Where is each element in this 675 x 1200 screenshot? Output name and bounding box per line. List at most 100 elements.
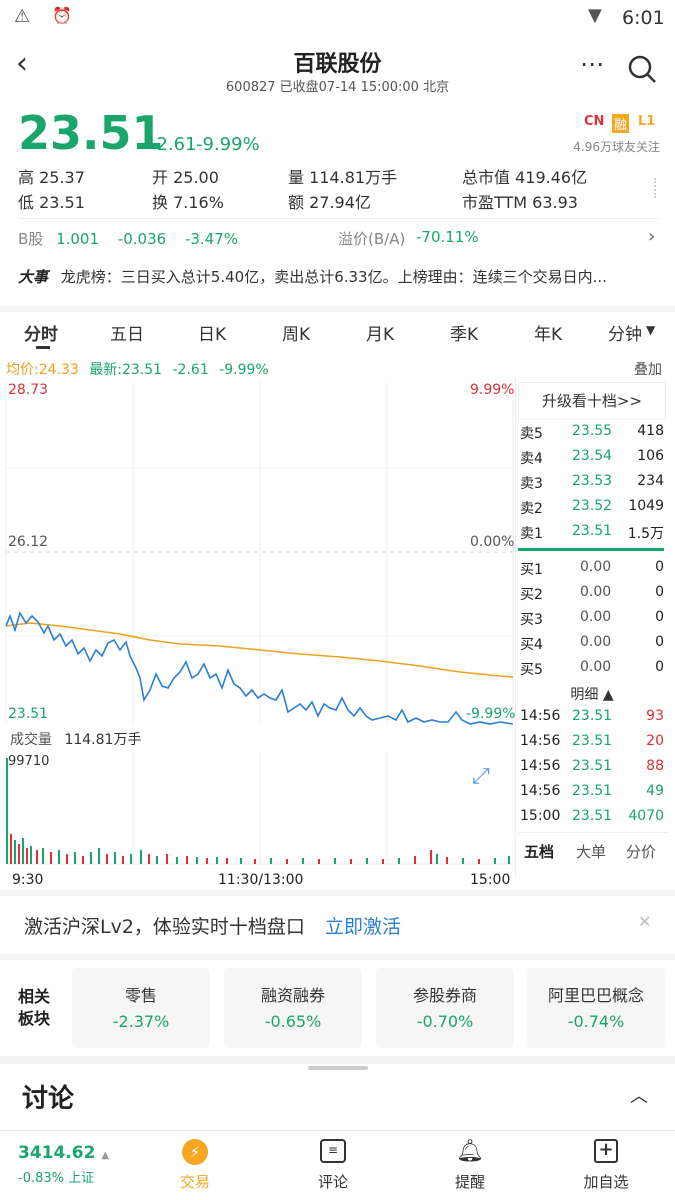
bell-icon: 🔔︎ bbox=[456, 1139, 484, 1164]
badge-l1: L1 bbox=[638, 114, 656, 129]
more-icon[interactable]: ⋯ bbox=[580, 50, 604, 78]
subtab-big-orders[interactable]: 大单 bbox=[576, 841, 606, 862]
sector-card[interactable]: 参股券商 -0.70% bbox=[376, 968, 514, 1048]
chevron-down-icon: ▼ bbox=[646, 323, 656, 337]
status-time: 6:01 bbox=[622, 7, 665, 29]
add-icon: + bbox=[594, 1139, 618, 1163]
lv2-banner[interactable]: 激活沪深Lv2，体验实时十档盘口 立即激活 ✕ bbox=[0, 896, 675, 954]
tab-5day[interactable]: 五日 bbox=[110, 320, 144, 345]
badge-cn: CN bbox=[584, 114, 605, 129]
bid-row: 买4 0.00 0 bbox=[520, 634, 664, 653]
chart-section: 分时 五日 日K 周K 月K 季K 年K 分钟 ▼ 均价:24.33 最新:23… bbox=[0, 312, 675, 890]
subtab-level5[interactable]: 五档 bbox=[524, 841, 554, 862]
book-divider bbox=[518, 548, 664, 551]
wifi-icon: ▼ bbox=[588, 5, 602, 26]
expand-handle[interactable] bbox=[654, 178, 657, 198]
x-label-mid: 11:30/13:00 bbox=[218, 872, 304, 888]
stat-mktcap: 总市值 419.46亿 bbox=[462, 168, 588, 187]
tab-intraday[interactable]: 分时 bbox=[24, 320, 58, 345]
drag-handle[interactable] bbox=[308, 1066, 368, 1070]
badge-margin: 融 bbox=[612, 114, 630, 133]
discussion-section[interactable]: 讨论 ︿ bbox=[0, 1064, 675, 1130]
sector-card[interactable]: 阿里巴巴概念 -0.74% bbox=[527, 968, 665, 1048]
subtab-price-dist[interactable]: 分价 bbox=[626, 841, 656, 862]
x-label-close: 15:00 bbox=[470, 872, 511, 888]
tab-quarterly[interactable]: 季K bbox=[450, 320, 478, 345]
expand-chart-icon[interactable]: ⤢ bbox=[472, 764, 490, 789]
tab-bar: 分时 五日 日K 周K 月K 季K 年K 分钟 ▼ bbox=[0, 312, 675, 350]
tab-underline bbox=[36, 346, 50, 349]
price-change-pct: -9.99% bbox=[196, 134, 260, 155]
nav-add-watchlist[interactable]: + 加自选 bbox=[556, 1139, 656, 1192]
intraday-chart[interactable] bbox=[0, 378, 515, 728]
tick-row: 15:00 23.51 4070 bbox=[520, 808, 664, 824]
page-subtitle: 600827 已收盘07-14 15:00:00 北京 bbox=[225, 80, 450, 95]
nav-comment[interactable]: ≡ 评论 bbox=[283, 1139, 383, 1192]
search-icon[interactable] bbox=[627, 54, 657, 84]
tab-yearly[interactable]: 年K bbox=[534, 320, 562, 345]
stat-pe: 市盈TTM 63.93 bbox=[462, 193, 578, 212]
discussion-title: 讨论 bbox=[22, 1084, 75, 1114]
bid-row: 买2 0.00 0 bbox=[520, 584, 664, 603]
volume-chart bbox=[6, 752, 513, 865]
y-top-pct: 9.99% bbox=[470, 382, 515, 398]
stat-turnover: 换 7.16% bbox=[152, 193, 224, 212]
top-nav: ‹ 百联股份 600827 已收盘07-14 15:00:00 北京 ⋯ bbox=[0, 36, 675, 100]
activate-link[interactable]: 立即激活 bbox=[325, 912, 401, 939]
triangle-up-icon: ▲ bbox=[101, 1150, 110, 1161]
sectors-label: 相关 板块 bbox=[18, 987, 51, 1028]
y-mid-pct: 0.00% bbox=[470, 534, 515, 550]
warning-icon: ⚠ bbox=[14, 6, 31, 27]
bid-row: 买1 0.00 0 bbox=[520, 559, 664, 578]
event-tag: 大事 bbox=[18, 268, 49, 286]
overlay-button[interactable]: 叠加 bbox=[634, 359, 662, 379]
tick-row: 14:56 23.51 49 bbox=[520, 783, 664, 799]
tab-weekly[interactable]: 周K bbox=[282, 320, 310, 345]
stat-amount: 额 27.94亿 bbox=[288, 193, 371, 212]
tick-row: 14:56 23.51 93 bbox=[520, 708, 664, 724]
ask-row: 卖4 23.54 106 bbox=[520, 448, 664, 467]
chevron-up-icon[interactable]: ︿ bbox=[630, 1082, 648, 1108]
detail-toggle[interactable]: 明细 ▲ bbox=[518, 684, 666, 704]
chart-info: 均价:24.33 最新:23.51 -2.61 -9.99% bbox=[6, 362, 269, 378]
stat-open: 开 25.00 bbox=[152, 168, 219, 187]
ask-row: 卖1 23.51 1.5万 bbox=[520, 523, 664, 542]
volume-label: 成交量 114.81万手 bbox=[10, 732, 142, 748]
tab-monthly[interactable]: 月K bbox=[366, 320, 394, 345]
nav-alert[interactable]: 🔔︎ 提醒 bbox=[420, 1139, 520, 1192]
y-top-price: 28.73 bbox=[8, 382, 49, 398]
event-text: 龙虎榜：三日买入总计5.40亿，卖出总计6.33亿。上榜理由：连续三个交易日内.… bbox=[60, 268, 607, 286]
sector-card[interactable]: 零售 -2.37% bbox=[72, 968, 210, 1048]
ask-row: 卖5 23.55 418 bbox=[520, 423, 664, 442]
alarm-icon: ⏰ bbox=[52, 6, 72, 25]
sector-card[interactable]: 融资融券 -0.65% bbox=[224, 968, 362, 1048]
ask-row: 卖3 23.53 234 bbox=[520, 473, 664, 492]
x-label-open: 9:30 bbox=[12, 872, 44, 888]
tab-minute[interactable]: 分钟 bbox=[608, 320, 642, 345]
bshare-row[interactable]: B股 1.001 -0.036 -3.47% 溢价(B/A) -70.11% › bbox=[18, 226, 663, 252]
book-subtabs: 五档 大单 分价 bbox=[518, 832, 668, 868]
y-bot-pct: -9.99% bbox=[466, 706, 516, 722]
page-title: 百联股份 bbox=[293, 52, 382, 77]
event-row[interactable]: 大事 龙虎榜：三日买入总计5.40亿，卖出总计6.33亿。上榜理由：连续三个交易… bbox=[18, 266, 658, 290]
current-price: 23.51 bbox=[18, 106, 164, 160]
followers-count[interactable]: 4.96万球友关注 bbox=[550, 138, 660, 155]
tick-row: 14:56 23.51 20 bbox=[520, 733, 664, 749]
comment-icon: ≡ bbox=[320, 1139, 346, 1163]
stat-volume: 量 114.81万手 bbox=[288, 168, 398, 187]
trade-icon: ⚡ bbox=[182, 1139, 208, 1165]
bid-row: 买3 0.00 0 bbox=[520, 609, 664, 628]
upgrade-button[interactable]: 升级看十档>> bbox=[518, 382, 666, 420]
stat-high: 高 25.37 bbox=[18, 168, 85, 187]
nav-trade[interactable]: ⚡ 交易 bbox=[145, 1139, 245, 1192]
tab-daily[interactable]: 日K bbox=[198, 320, 226, 345]
price-change: -2.61 bbox=[150, 134, 197, 155]
quote-panel: 23.51 -2.61 -9.99% CN 融 L1 4.96万球友关注 高 2… bbox=[0, 100, 675, 306]
related-sectors: 相关 板块 零售 -2.37% 融资融券 -0.65% 参股券商 -0.70% … bbox=[0, 960, 675, 1056]
y-mid-price: 26.12 bbox=[8, 534, 49, 550]
index-ticker[interactable]: 3414.62 ▲ -0.83% 上证 bbox=[18, 1143, 138, 1186]
close-icon[interactable]: ✕ bbox=[638, 912, 651, 931]
tick-row: 14:56 23.51 88 bbox=[520, 758, 664, 774]
volume-bars bbox=[6, 758, 510, 864]
ask-row: 卖2 23.52 1049 bbox=[520, 498, 664, 517]
